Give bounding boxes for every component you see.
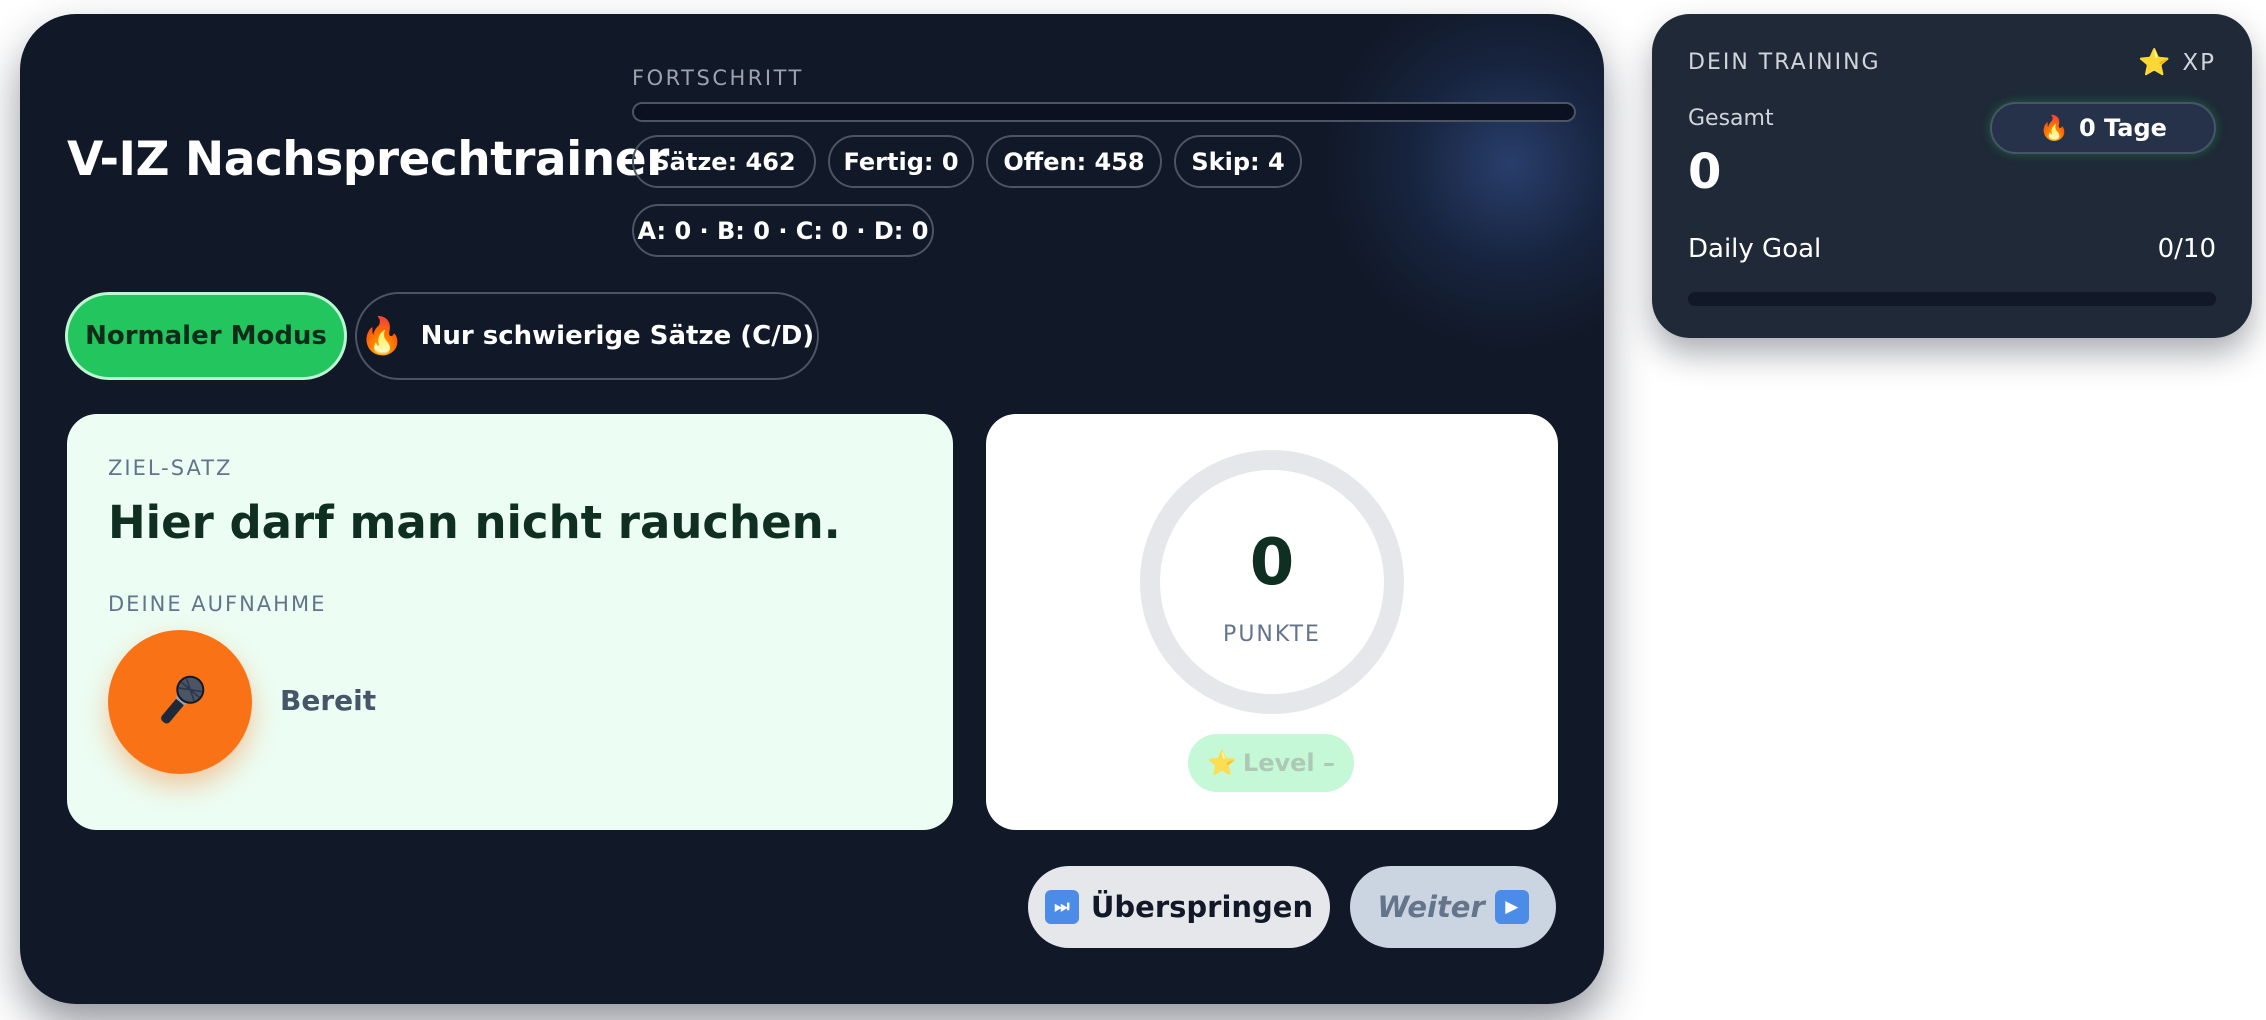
microphone-icon bbox=[161, 675, 205, 724]
next-button[interactable]: Weiter ▶ bbox=[1350, 866, 1556, 948]
flame-icon: 🔥 bbox=[359, 316, 405, 357]
streak-label: 0 Tage bbox=[2078, 114, 2167, 142]
normal-mode-label: Normaler Modus bbox=[85, 321, 327, 351]
training-title: DEIN TRAINING bbox=[1688, 50, 1881, 75]
record-button[interactable] bbox=[108, 630, 252, 774]
target-sentence: Hier darf man nicht rauchen. bbox=[108, 496, 841, 549]
score-value: 0 bbox=[1249, 526, 1295, 600]
progress-label: FORTSCHRITT bbox=[632, 66, 804, 90]
score-unit: PUNKTE bbox=[1223, 622, 1321, 647]
total-value: 0 bbox=[1688, 144, 1722, 200]
stat-chip-grades: A: 0 · B: 0 · C: 0 · D: 0 bbox=[632, 204, 934, 257]
skip-button[interactable]: ⏭ Überspringen bbox=[1028, 866, 1330, 948]
xp-label: XP bbox=[2182, 50, 2216, 76]
recording-label: DEINE AUFNAHME bbox=[108, 592, 327, 616]
flame-icon: 🔥 bbox=[2039, 114, 2069, 142]
streak-badge: 🔥 0 Tage bbox=[1990, 102, 2216, 154]
score-panel: 0 PUNKTE ⭐ Level – bbox=[986, 414, 1558, 830]
progress-bar bbox=[632, 102, 1576, 122]
stat-chip-done: Fertig: 0 bbox=[828, 135, 974, 188]
daily-goal-label: Daily Goal bbox=[1688, 234, 1822, 264]
skip-label: Überspringen bbox=[1090, 890, 1314, 924]
level-badge: ⭐ Level – bbox=[1188, 734, 1354, 792]
app-title: V-IZ Nachsprechtrainer bbox=[67, 132, 669, 187]
star-icon: ⭐ bbox=[2137, 48, 2173, 78]
xp-indicator: ⭐ XP bbox=[2138, 48, 2216, 78]
stat-chip-sentences: Sätze: 462 bbox=[632, 135, 816, 188]
recording-status: Bereit bbox=[280, 684, 377, 717]
stat-chip-skipped: Skip: 4 bbox=[1174, 135, 1302, 188]
stat-chip-open: Offen: 458 bbox=[986, 135, 1162, 188]
level-label: Level – bbox=[1242, 749, 1335, 777]
next-label: Weiter bbox=[1377, 890, 1485, 924]
hard-mode-button[interactable]: 🔥 Nur schwierige Sätze (C/D) bbox=[355, 292, 819, 380]
daily-goal-bar bbox=[1688, 292, 2216, 306]
target-label: ZIEL-SATZ bbox=[108, 456, 233, 480]
training-card: DEIN TRAINING ⭐ XP Gesamt 0 🔥 0 Tage Dai… bbox=[1652, 14, 2252, 338]
total-label: Gesamt bbox=[1688, 106, 1774, 131]
trainer-card: V-IZ Nachsprechtrainer FORTSCHRITT Sätze… bbox=[20, 14, 1604, 1004]
daily-goal-value: 0/10 bbox=[2157, 234, 2216, 264]
background-glow bbox=[1320, 14, 1604, 354]
hard-mode-label: Nur schwierige Sätze (C/D) bbox=[420, 321, 815, 351]
play-icon: ▶ bbox=[1494, 890, 1529, 924]
fast-forward-icon: ⏭ bbox=[1044, 890, 1079, 924]
star-icon: ⭐ bbox=[1207, 749, 1237, 777]
target-sentence-panel: ZIEL-SATZ Hier darf man nicht rauchen. D… bbox=[67, 414, 953, 830]
normal-mode-button[interactable]: Normaler Modus bbox=[65, 292, 347, 380]
